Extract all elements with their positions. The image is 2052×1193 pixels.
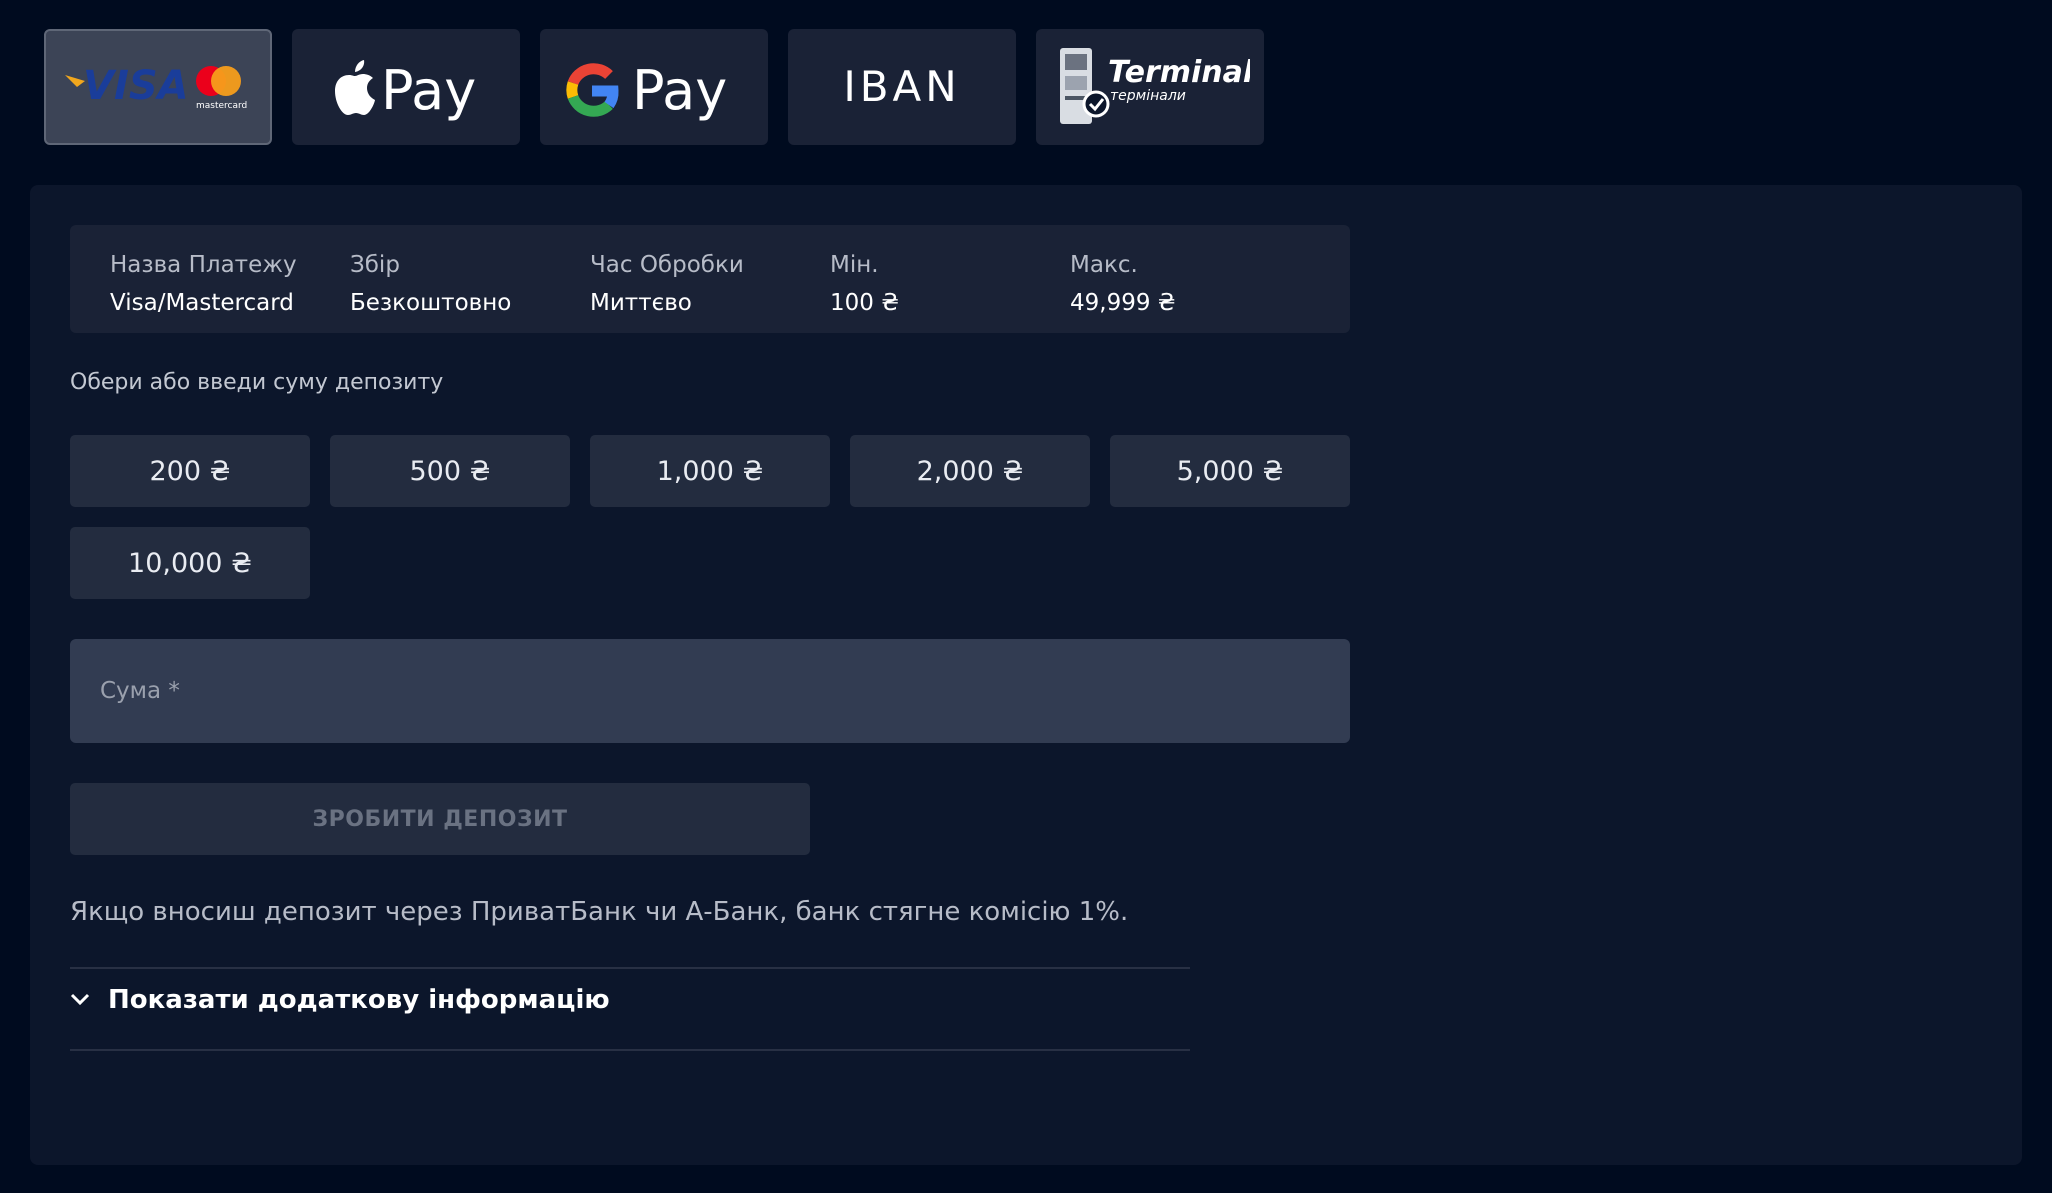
amount-button-500[interactable]: 500 ₴	[330, 435, 570, 507]
method-visa-mastercard[interactable]: VISA mastercard	[44, 29, 272, 145]
show-more-info-toggle[interactable]: Показати додаткову інформацію	[70, 985, 610, 1015]
info-payment-name: Назва Платежу Visa/Mastercard	[110, 245, 297, 321]
visa-mastercard-logo: VISA mastercard	[65, 63, 247, 111]
info-label: Мін.	[830, 252, 879, 278]
info-min: Мін. 100 ₴	[830, 245, 899, 321]
iban-logo: IBAN	[843, 62, 960, 111]
apple-pay-text: Pay	[381, 59, 476, 122]
amount-button-2000[interactable]: 2,000 ₴	[850, 435, 1090, 507]
payment-methods: VISA mastercard Pay Pay IBAN Termina тер…	[44, 29, 1264, 145]
method-iban[interactable]: IBAN	[788, 29, 1016, 145]
iban-text: IBAN	[843, 62, 960, 111]
choose-amount-label: Обери або введи суму депозиту	[70, 370, 444, 395]
apple-icon	[335, 60, 375, 115]
visa-text: VISA	[83, 63, 189, 109]
amount-button-1000[interactable]: 1,000 ₴	[590, 435, 830, 507]
deposit-panel: Назва Платежу Visa/Mastercard Збір Безко…	[30, 185, 2022, 1165]
info-label: Назва Платежу	[110, 252, 297, 278]
apple-pay-logo: Pay	[335, 59, 476, 122]
google-pay-logo: Pay	[566, 59, 727, 122]
mastercard-text: mastercard	[196, 101, 247, 111]
mastercard-orange-circle	[211, 66, 241, 96]
google-pay-text: Pay	[632, 59, 727, 122]
divider	[70, 967, 1190, 969]
info-label: Час Обробки	[590, 252, 744, 278]
make-deposit-button[interactable]: ЗРОБИТИ ДЕПОЗИТ	[70, 783, 810, 855]
divider	[70, 1049, 1190, 1051]
method-google-pay[interactable]: Pay	[540, 29, 768, 145]
chevron-down-icon	[70, 993, 90, 1006]
terminals-logo: Terminals термінали	[1060, 48, 1250, 124]
info-value: Миттєво	[590, 290, 692, 316]
amount-button-10000[interactable]: 10,000 ₴	[70, 527, 310, 599]
method-terminals[interactable]: Terminals термінали	[1036, 29, 1264, 145]
info-label: Збір	[350, 252, 400, 278]
terminal-icon	[1060, 48, 1110, 124]
method-apple-pay[interactable]: Pay	[292, 29, 520, 145]
terminals-subtext: термінали	[1110, 88, 1186, 104]
visa-flag-icon	[65, 75, 85, 87]
amount-button-200[interactable]: 200 ₴	[70, 435, 310, 507]
google-g-icon	[566, 63, 619, 117]
payment-info-bar: Назва Платежу Visa/Mastercard Збір Безко…	[70, 225, 1350, 333]
info-value: Безкоштовно	[350, 290, 512, 316]
info-value: 49,999 ₴	[1070, 290, 1176, 316]
info-value: Visa/Mastercard	[110, 290, 294, 316]
info-max: Макс. 49,999 ₴	[1070, 245, 1176, 321]
show-more-info-label: Показати додаткову інформацію	[108, 985, 610, 1015]
info-fee: Збір Безкоштовно	[350, 245, 511, 321]
bank-fee-notice: Якщо вносиш депозит через ПриватБанк чи …	[70, 897, 1129, 927]
info-processing-time: Час Обробки Миттєво	[590, 245, 744, 321]
terminals-text: Terminals	[1108, 55, 1250, 90]
sum-input[interactable]	[70, 639, 1350, 743]
info-value: 100 ₴	[830, 290, 900, 316]
amount-button-5000[interactable]: 5,000 ₴	[1110, 435, 1350, 507]
info-label: Макс.	[1070, 252, 1138, 278]
